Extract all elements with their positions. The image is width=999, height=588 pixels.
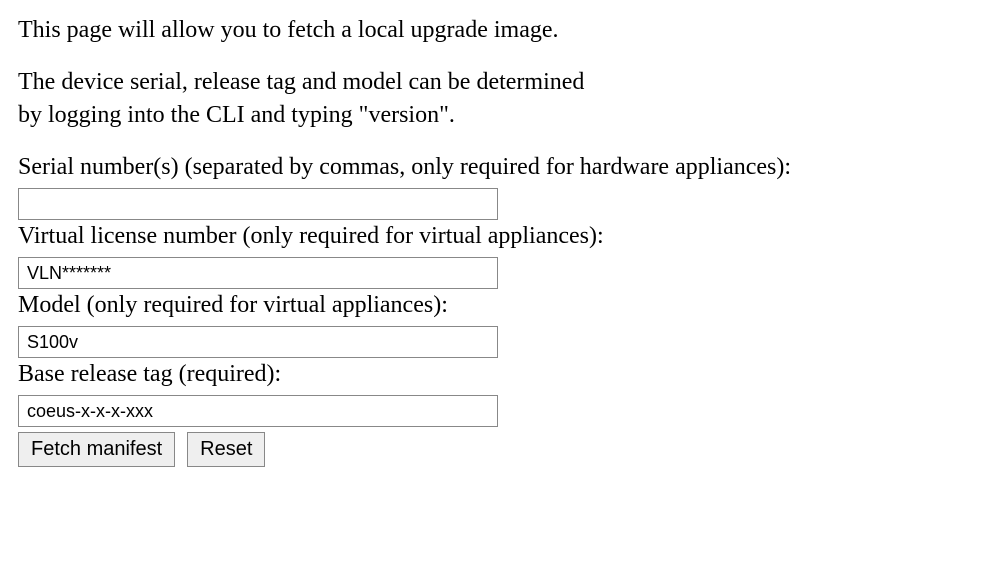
- help-line-1: The device serial, release tag and model…: [18, 69, 584, 95]
- help-line-2: by logging into the CLI and typing "vers…: [18, 102, 455, 128]
- model-input[interactable]: [18, 326, 498, 358]
- vln-label: Virtual license number (only required fo…: [18, 220, 981, 254]
- release-tag-group: Base release tag (required):: [18, 358, 981, 427]
- serial-label: Serial number(s) (separated by commas, o…: [18, 151, 981, 185]
- vln-group: Virtual license number (only required fo…: [18, 220, 981, 289]
- fetch-manifest-button[interactable]: Fetch manifest: [18, 432, 175, 467]
- reset-button[interactable]: Reset: [187, 432, 265, 467]
- serial-input[interactable]: [18, 188, 498, 220]
- model-label: Model (only required for virtual applian…: [18, 289, 981, 323]
- model-group: Model (only required for virtual applian…: [18, 289, 981, 358]
- release-tag-input[interactable]: [18, 395, 498, 427]
- serial-group: Serial number(s) (separated by commas, o…: [18, 151, 981, 220]
- button-row: Fetch manifest Reset: [18, 432, 981, 467]
- help-text: The device serial, release tag and model…: [18, 66, 981, 133]
- release-tag-label: Base release tag (required):: [18, 358, 981, 392]
- intro-text: This page will allow you to fetch a loca…: [18, 14, 981, 48]
- vln-input[interactable]: [18, 257, 498, 289]
